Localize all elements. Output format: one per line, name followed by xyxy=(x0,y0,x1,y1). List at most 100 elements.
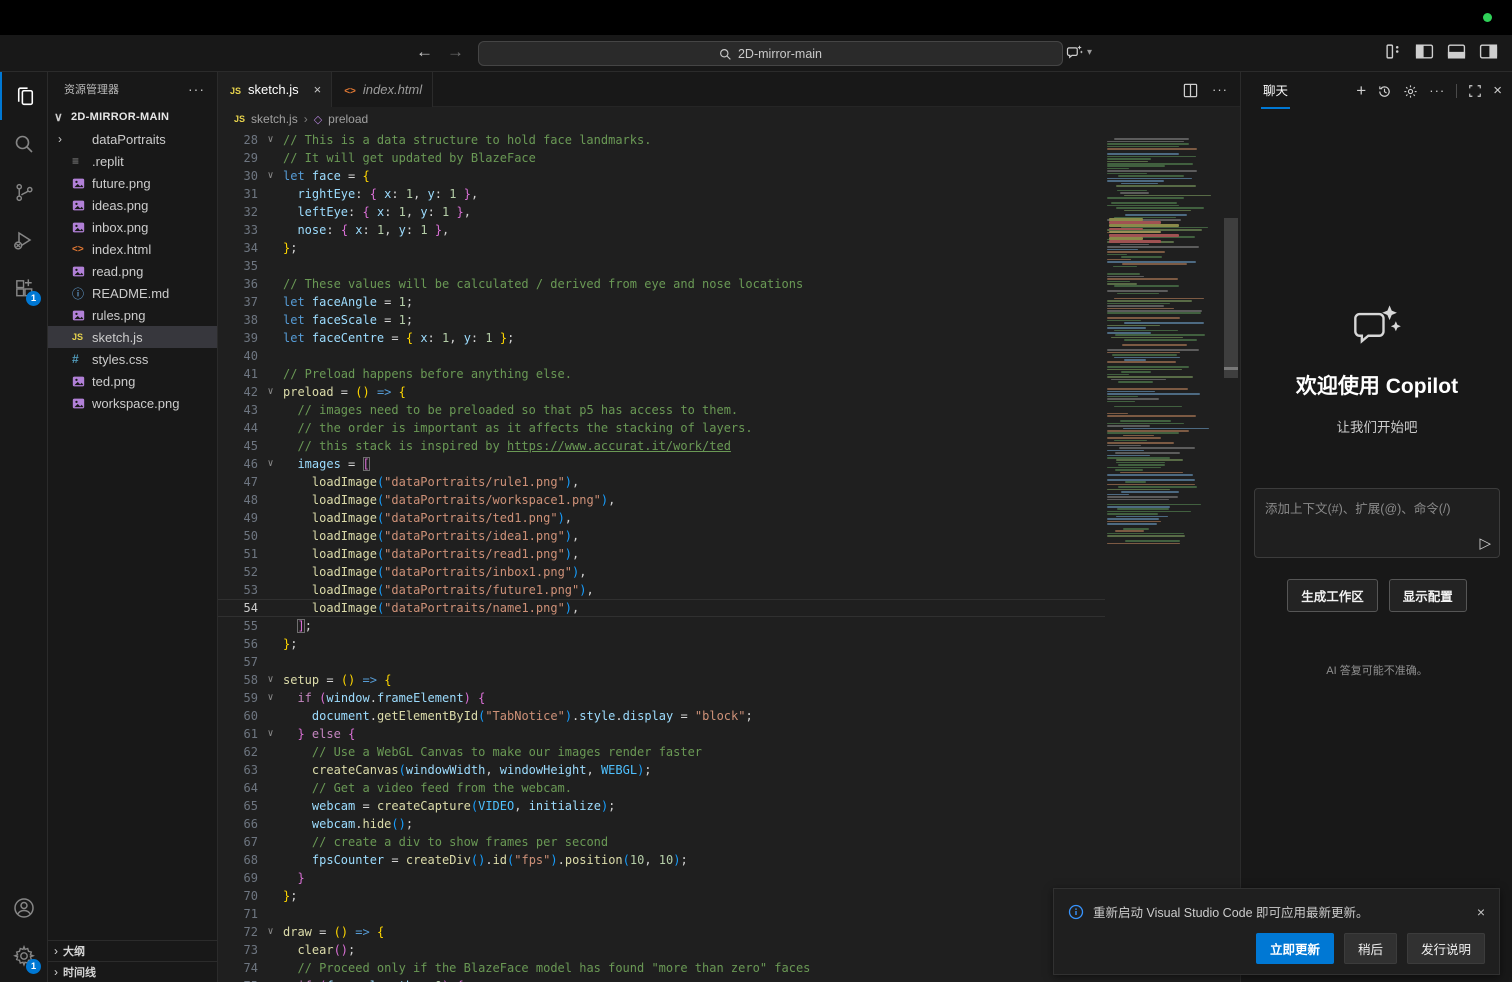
toggle-secondary-sidebar-icon[interactable] xyxy=(1479,43,1498,60)
code-line-73[interactable]: 73 clear(); xyxy=(218,941,1105,959)
code-line-71[interactable]: 71 xyxy=(218,905,1105,923)
chat-more-actions-icon[interactable]: ··· xyxy=(1429,83,1445,98)
code-line-33[interactable]: 33 nose: { x: 1, y: 1 }, xyxy=(218,221,1105,239)
chat-settings-gear-icon[interactable] xyxy=(1403,82,1418,98)
code-line-44[interactable]: 44 // the order is important as it affec… xyxy=(218,419,1105,437)
notification-button-立即更新[interactable]: 立即更新 xyxy=(1256,933,1334,964)
code-line-36[interactable]: 36// These values will be calculated / d… xyxy=(218,275,1105,293)
code-line-61[interactable]: 61∨ } else { xyxy=(218,725,1105,743)
fold-icon[interactable]: ∨ xyxy=(258,455,283,473)
code-line-34[interactable]: 34}; xyxy=(218,239,1105,257)
chat-button-生成工作区[interactable]: 生成工作区 xyxy=(1287,579,1378,612)
notification-button-发行说明[interactable]: 发行说明 xyxy=(1407,933,1485,964)
code-line-64[interactable]: 64 // Get a video feed from the webcam. xyxy=(218,779,1105,797)
code-line-28[interactable]: 28∨// This is a data structure to hold f… xyxy=(218,131,1105,149)
fold-icon[interactable]: ∨ xyxy=(258,383,283,401)
tab-chat[interactable]: 聊天 xyxy=(1261,72,1290,109)
code-line-59[interactable]: 59∨ if (window.frameElement) { xyxy=(218,689,1105,707)
tree-item-ted.png[interactable]: ted.png xyxy=(48,370,217,392)
command-center-search[interactable]: 2D-mirror-main xyxy=(478,41,1063,66)
code-line-60[interactable]: 60 document.getElementById("TabNotice").… xyxy=(218,707,1105,725)
code-line-74[interactable]: 74 // Proceed only if the BlazeFace mode… xyxy=(218,959,1105,977)
tree-item-rules.png[interactable]: rules.png xyxy=(48,304,217,326)
close-tab-icon[interactable]: × xyxy=(314,82,322,97)
code-line-72[interactable]: 72∨draw = () => { xyxy=(218,923,1105,941)
tab-sketch.js[interactable]: JSsketch.js× xyxy=(218,72,332,107)
project-root-row[interactable]: ∨ 2D-MIRROR-MAIN xyxy=(48,106,217,128)
tab-index.html[interactable]: <>index.html xyxy=(332,72,433,107)
toggle-sidebar-icon[interactable] xyxy=(1415,43,1434,60)
code-line-66[interactable]: 66 webcam.hide(); xyxy=(218,815,1105,833)
tree-item-read.png[interactable]: read.png xyxy=(48,260,217,282)
code-line-57[interactable]: 57 xyxy=(218,653,1105,671)
code-line-41[interactable]: 41// Preload happens before anything els… xyxy=(218,365,1105,383)
code-line-52[interactable]: 52 loadImage("dataPortraits/inbox1.png")… xyxy=(218,563,1105,581)
activity-run-debug-icon[interactable] xyxy=(0,216,48,264)
chat-button-显示配置[interactable]: 显示配置 xyxy=(1389,579,1467,612)
notification-button-稍后[interactable]: 稍后 xyxy=(1344,933,1397,964)
activity-settings-icon[interactable]: 1 xyxy=(0,932,48,980)
back-button[interactable]: ← xyxy=(416,42,433,62)
tree-item-.replit[interactable]: ≡.replit xyxy=(48,150,217,172)
copilot-icon[interactable] xyxy=(1066,43,1084,61)
activity-source-control-icon[interactable] xyxy=(0,168,48,216)
code-line-75[interactable]: 75 if (faces.length > 0) { xyxy=(218,977,1105,982)
code-line-31[interactable]: 31 rightEye: { x: 1, y: 1 }, xyxy=(218,185,1105,203)
tree-item-ideas.png[interactable]: ideas.png xyxy=(48,194,217,216)
fold-icon[interactable]: ∨ xyxy=(258,923,283,941)
breadcrumb-symbol[interactable]: preload xyxy=(328,112,368,126)
code-line-51[interactable]: 51 loadImage("dataPortraits/read1.png"), xyxy=(218,545,1105,563)
tree-item-future.png[interactable]: future.png xyxy=(48,172,217,194)
fold-icon[interactable]: ∨ xyxy=(258,167,283,185)
code-line-48[interactable]: 48 loadImage("dataPortraits/workspace1.p… xyxy=(218,491,1105,509)
code-line-38[interactable]: 38let faceScale = 1; xyxy=(218,311,1105,329)
sidebar-section-时间线[interactable]: ›时间线 xyxy=(48,961,218,982)
toggle-panel-icon[interactable] xyxy=(1447,43,1466,60)
sidebar-more-actions-icon[interactable]: ··· xyxy=(188,81,205,97)
code-line-43[interactable]: 43 // images need to be preloaded so tha… xyxy=(218,401,1105,419)
history-icon[interactable] xyxy=(1377,82,1392,98)
code-line-54[interactable]: 54 loadImage("dataPortraits/name1.png"), xyxy=(218,599,1105,617)
breadcrumb-file[interactable]: sketch.js xyxy=(251,112,298,126)
code-line-68[interactable]: 68 fpsCounter = createDiv().id("fps").po… xyxy=(218,851,1105,869)
editor-more-actions-icon[interactable]: ··· xyxy=(1212,82,1228,97)
tree-item-inbox.png[interactable]: inbox.png xyxy=(48,216,217,238)
fold-icon[interactable]: ∨ xyxy=(258,671,283,689)
send-icon[interactable]: ▷ xyxy=(1479,534,1491,552)
breadcrumb[interactable]: JS sketch.js › ◇ preload xyxy=(218,107,1240,131)
code-line-50[interactable]: 50 loadImage("dataPortraits/idea1.png"), xyxy=(218,527,1105,545)
code-line-30[interactable]: 30∨let face = { xyxy=(218,167,1105,185)
code-line-29[interactable]: 29// It will get updated by BlazeFace xyxy=(218,149,1105,167)
code-line-53[interactable]: 53 loadImage("dataPortraits/future1.png"… xyxy=(218,581,1105,599)
code-line-58[interactable]: 58∨setup = () => { xyxy=(218,671,1105,689)
code-line-42[interactable]: 42∨preload = () => { xyxy=(218,383,1105,401)
code-line-39[interactable]: 39let faceCentre = { x: 1, y: 1 }; xyxy=(218,329,1105,347)
tree-item-sketch.js[interactable]: JSsketch.js xyxy=(48,326,217,348)
split-editor-icon[interactable] xyxy=(1183,81,1198,97)
customize-layout-icon[interactable] xyxy=(1385,43,1402,60)
code-line-45[interactable]: 45 // this stack is inspired by https://… xyxy=(218,437,1105,455)
code-line-49[interactable]: 49 loadImage("dataPortraits/ted1.png"), xyxy=(218,509,1105,527)
tree-item-styles.css[interactable]: #styles.css xyxy=(48,348,217,370)
tree-item-workspace.png[interactable]: workspace.png xyxy=(48,392,217,414)
sidebar-section-大纲[interactable]: ›大纲 xyxy=(48,940,218,961)
code-line-56[interactable]: 56}; xyxy=(218,635,1105,653)
activity-search-icon[interactable] xyxy=(0,120,48,168)
code-line-35[interactable]: 35 xyxy=(218,257,1105,275)
maximize-panel-icon[interactable] xyxy=(1468,83,1482,99)
minimap[interactable] xyxy=(1105,132,1225,556)
fold-icon[interactable]: ∨ xyxy=(258,689,283,707)
code-line-46[interactable]: 46∨ images = [ xyxy=(218,455,1105,473)
code-line-69[interactable]: 69 } xyxy=(218,869,1105,887)
code-line-67[interactable]: 67 // create a div to show frames per se… xyxy=(218,833,1105,851)
activity-explorer-icon[interactable] xyxy=(0,72,48,120)
editor-scrollbar[interactable] xyxy=(1224,218,1238,378)
fold-icon[interactable]: ∨ xyxy=(258,725,283,743)
tree-item-index.html[interactable]: <>index.html xyxy=(48,238,217,260)
activity-extensions-icon[interactable]: 1 xyxy=(0,264,48,312)
forward-button[interactable]: → xyxy=(447,42,464,62)
tree-item-dataPortraits[interactable]: ›dataPortraits xyxy=(48,128,217,150)
activity-account-icon[interactable] xyxy=(0,884,48,932)
fold-icon[interactable]: ∨ xyxy=(258,131,283,149)
new-chat-icon[interactable]: + xyxy=(1356,81,1366,101)
